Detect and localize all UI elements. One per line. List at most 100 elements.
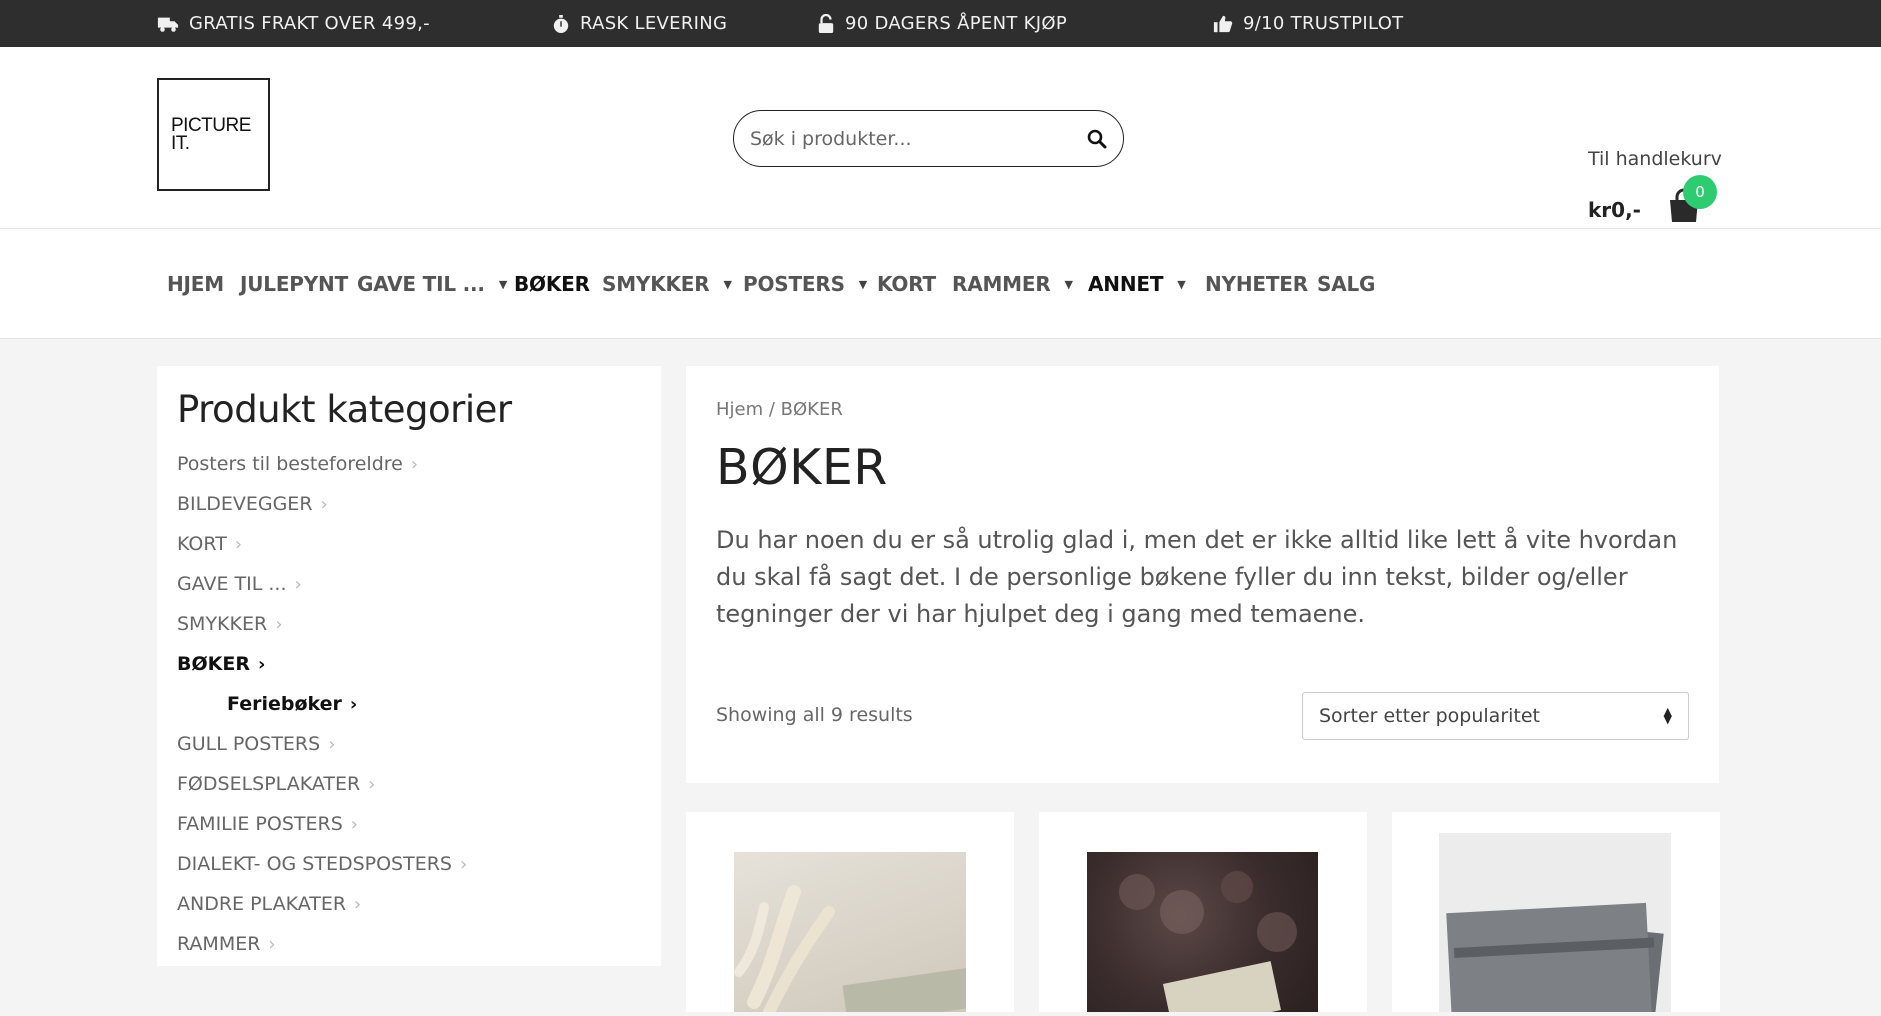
usp-fast-delivery: RASK LEVERING	[552, 0, 727, 47]
nav-label: NYHETER	[1205, 272, 1308, 296]
chevron-right-icon: ›	[350, 813, 358, 835]
nav-item-nyheter[interactable]: NYHETER	[1205, 229, 1308, 339]
category-item[interactable]: BILDEVEGGER ›	[177, 484, 641, 524]
chevron-right-icon: ›	[275, 613, 283, 635]
search-input[interactable]	[750, 127, 1087, 150]
nav-label: JULEPYNT	[240, 272, 349, 296]
select-arrows-icon: ▲ ▼	[1663, 705, 1672, 726]
nav-item-hjem[interactable]: HJEM	[167, 229, 224, 339]
search-box	[733, 110, 1124, 167]
product-image[interactable]	[1439, 833, 1671, 1016]
stopwatch-icon	[553, 14, 569, 33]
product-card[interactable]	[1039, 812, 1367, 1016]
sort-selected-label: Sorter etter popularitet	[1319, 705, 1541, 727]
nav-item-smykker[interactable]: SMYKKER ▼	[602, 229, 732, 339]
search-icon[interactable]	[1087, 129, 1107, 149]
thumbs-up-icon	[1213, 15, 1233, 32]
nav-item-gave-til[interactable]: GAVE TIL ... ▼	[357, 229, 507, 339]
category-item[interactable]: ANDRE PLAKATER ›	[177, 884, 641, 924]
chevron-right-icon: ›	[268, 933, 276, 955]
chevron-right-icon: ›	[328, 733, 336, 755]
category-label: Posters til besteforeldre	[177, 453, 403, 475]
nav-label: RAMMER	[952, 272, 1051, 296]
cart-count-badge[interactable]: 0	[1683, 175, 1717, 209]
category-label: FAMILIE POSTERS	[177, 813, 343, 835]
nav-item-rammer[interactable]: RAMMER ▼	[952, 229, 1073, 339]
chevron-right-icon: ›	[368, 773, 376, 795]
chevron-right-icon: ›	[320, 493, 328, 515]
usp-trustpilot: 9/10 TRUSTPILOT	[1213, 0, 1403, 47]
category-item-active[interactable]: BØKER ›	[177, 644, 641, 684]
nav-label: ANNET	[1088, 272, 1164, 296]
nav-label: HJEM	[167, 272, 224, 296]
category-sidebar: Produkt kategorier Posters til bestefore…	[157, 366, 661, 966]
category-item[interactable]: GAVE TIL ... ›	[177, 564, 641, 604]
result-count: Showing all 9 results	[716, 704, 913, 726]
category-label: BILDEVEGGER	[177, 493, 313, 515]
site-logo[interactable]: PICTURE IT.	[157, 78, 270, 191]
category-item[interactable]: GULL POSTERS ›	[177, 724, 641, 764]
nav-item-annet[interactable]: ANNET ▼	[1088, 229, 1186, 339]
cart-link-label[interactable]: Til handlekurv	[1588, 148, 1722, 170]
pampas-grass-decoration	[734, 885, 977, 1016]
sidebar-title: Produkt kategorier	[177, 388, 512, 431]
category-item[interactable]: RAMMER ›	[177, 924, 641, 964]
subcategory-item[interactable]: Feriebøker ›	[177, 684, 641, 724]
caret-down-icon: ▼	[723, 277, 732, 291]
dried-flowers-decoration	[1119, 871, 1297, 1016]
category-label: RAMMER	[177, 933, 261, 955]
usp-label: RASK LEVERING	[580, 13, 728, 34]
category-label: FØDSELSPLAKATER	[177, 773, 361, 795]
chevron-right-icon: ›	[257, 653, 266, 675]
product-card[interactable]	[1392, 812, 1720, 1016]
category-item[interactable]: FØDSELSPLAKATER ›	[177, 764, 641, 804]
product-card[interactable]	[686, 812, 1014, 1016]
nav-item-kort[interactable]: KORT	[877, 229, 936, 339]
category-label: GAVE TIL ...	[177, 573, 287, 595]
page-title: BØKER	[716, 439, 888, 496]
product-image[interactable]	[734, 852, 977, 1016]
category-item[interactable]: DIALEKT- OG STEDSPOSTERS ›	[177, 844, 641, 884]
nav-label: SMYKKER	[602, 272, 710, 296]
nav-item-julepynt[interactable]: JULEPYNT	[240, 229, 348, 339]
caret-down-icon: ▼	[1177, 277, 1186, 291]
chevron-right-icon: ›	[234, 533, 243, 555]
category-label: SMYKKER	[177, 613, 268, 635]
cart-total[interactable]: kr0,-	[1588, 198, 1641, 222]
breadcrumb[interactable]: Hjem / BØKER	[716, 399, 1689, 420]
logo-text-line2: IT.	[171, 132, 190, 154]
main-navigation: HJEM JULEPYNT GAVE TIL ... ▼ BØKER SMYKKE…	[0, 229, 1881, 339]
category-header-box: Hjem / BØKER BØKER Du har noen du er så …	[686, 366, 1719, 783]
chevron-right-icon: ›	[410, 453, 419, 475]
chevron-right-icon: ›	[294, 573, 302, 595]
chevron-right-icon: ›	[354, 893, 362, 915]
category-label: ANDRE PLAKATER	[177, 893, 347, 915]
nav-label: GAVE TIL ...	[357, 272, 485, 296]
category-item[interactable]: SMYKKER ›	[177, 604, 641, 644]
nav-item-salg[interactable]: SALG	[1317, 229, 1375, 339]
category-label: Feriebøker	[227, 693, 342, 715]
unlock-icon	[818, 13, 834, 33]
usp-label: 9/10 TRUSTPILOT	[1243, 13, 1404, 34]
usp-bar: GRATIS FRAKT OVER 499,- RASK LEVERING 90…	[0, 0, 1881, 47]
category-item[interactable]: Posters til besteforeldre ›	[177, 444, 641, 484]
product-image[interactable]	[1087, 852, 1318, 1016]
nav-item-boker[interactable]: BØKER	[514, 229, 590, 339]
caret-down-icon: ▼	[498, 277, 508, 291]
usp-open-purchase: 90 DAGERS ÅPENT KJØP	[817, 0, 1067, 47]
site-header: PICTURE IT. Til handlekurv kr0,- 0	[0, 47, 1881, 229]
sort-select[interactable]: Sorter etter popularitet ▲ ▼	[1302, 692, 1689, 740]
category-item[interactable]: FAMILIE POSTERS ›	[177, 804, 641, 844]
logo-text-line1: PICTURE	[171, 114, 251, 136]
usp-free-shipping: GRATIS FRAKT OVER 499,-	[157, 0, 430, 47]
nav-item-posters[interactable]: POSTERS ▼	[743, 229, 867, 339]
usp-label: 90 DAGERS ÅPENT KJØP	[845, 13, 1067, 34]
caret-down-icon: ▼	[1064, 277, 1073, 291]
nav-label: BØKER	[514, 272, 590, 296]
category-label: KORT	[177, 533, 227, 555]
nav-label: KORT	[877, 272, 936, 296]
truck-icon	[157, 17, 179, 32]
category-description: Du har noen du er så utrolig glad i, men…	[716, 526, 1678, 628]
category-item[interactable]: KORT ›	[177, 524, 641, 564]
caret-down-icon: ▼	[858, 277, 868, 291]
